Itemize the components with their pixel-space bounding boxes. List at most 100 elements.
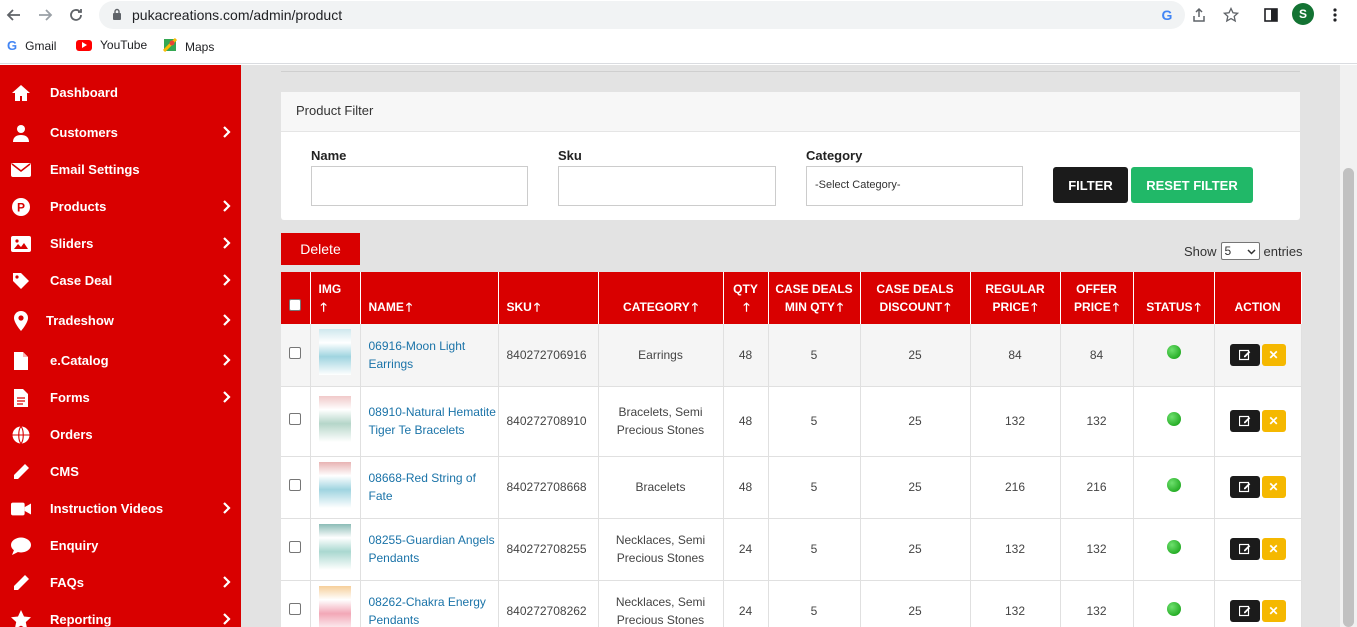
kebab-menu-icon[interactable] (1324, 4, 1346, 26)
sidebar-item-forms[interactable]: Forms (0, 379, 241, 416)
edit-button[interactable] (1229, 600, 1260, 622)
delete-row-button[interactable]: ✕ (1261, 600, 1286, 622)
reset-filter-button[interactable]: RESET FILTER (1131, 167, 1253, 203)
share-icon[interactable] (1188, 4, 1210, 26)
name-cell[interactable]: 08262-Chakra Energy Pendants (360, 580, 499, 627)
status-active-icon[interactable] (1166, 345, 1181, 360)
product-thumbnail[interactable] (319, 395, 351, 442)
bookmark-youtube[interactable]: YouTube (76, 38, 147, 52)
sort-arrow-icon: 🡑 (1031, 300, 1038, 314)
home-icon (11, 83, 31, 103)
discount-cell: 25 (860, 324, 971, 387)
maps-icon (162, 37, 178, 55)
name-input[interactable] (311, 166, 528, 206)
profile-avatar[interactable]: S (1292, 3, 1314, 25)
row-checkbox[interactable] (289, 479, 302, 491)
regular-price-cell: 132 (970, 518, 1061, 581)
table-row[interactable]: 06916-Moon Light Earrings 840272706916 Ear… (281, 324, 1302, 387)
delete-row-button[interactable]: ✕ (1261, 476, 1286, 498)
product-name-link[interactable]: 06916-Moon Light Earrings (369, 339, 466, 371)
status-active-icon[interactable] (1166, 477, 1181, 492)
google-icon[interactable]: G (1156, 4, 1178, 26)
sku-header[interactable]: SKU 🡑 (498, 272, 599, 324)
delete-row-button[interactable]: ✕ (1261, 410, 1286, 432)
sidebar-item-reporting[interactable]: Reporting (0, 601, 241, 627)
forward-arrow-icon[interactable] (34, 4, 56, 26)
product-name-link[interactable]: 08910-Natural Hematite Tiger Te Bracelet… (369, 405, 496, 437)
side-panel-icon[interactable] (1260, 4, 1282, 26)
address-bar[interactable]: pukacreations.com/admin/product (99, 1, 1185, 29)
page-scrollbar[interactable] (1340, 65, 1357, 627)
chevron-right-icon (222, 613, 231, 625)
qty-header[interactable]: QTY 🡑 (723, 272, 769, 324)
sidebar-item-products[interactable]: P Products (0, 188, 241, 225)
sidebar-item-e-catalog[interactable]: e.Catalog (0, 342, 241, 379)
sidebar-item-email-settings[interactable]: Email Settings (0, 151, 241, 188)
filter-button[interactable]: FILTER (1053, 167, 1128, 203)
entries-select[interactable]: 5 (1220, 242, 1260, 260)
name-cell[interactable]: 06916-Moon Light Earrings (360, 324, 499, 387)
img-header[interactable]: IMG 🡑 (310, 272, 361, 324)
sidebar-item-orders[interactable]: Orders (0, 416, 241, 453)
sort-arrow-icon: 🡑 (944, 300, 951, 314)
status-active-icon[interactable] (1166, 601, 1181, 616)
bookmark-maps[interactable]: Maps (162, 37, 214, 55)
product-thumbnail[interactable] (319, 329, 351, 376)
reload-icon[interactable] (65, 4, 87, 26)
status-active-icon[interactable] (1166, 411, 1181, 426)
table-row[interactable]: 08668-Red String of Fate 840272708668 Brac… (281, 456, 1302, 519)
sidebar-item-cms[interactable]: CMS (0, 453, 241, 490)
product-thumbnail[interactable] (319, 461, 351, 508)
name-cell[interactable]: 08910-Natural Hematite Tiger Te Bracelet… (360, 386, 499, 457)
delete-button[interactable]: Delete (281, 233, 360, 265)
bookmark-gmail[interactable]: G Gmail (7, 38, 56, 53)
product-name-link[interactable]: 08668-Red String of Fate (369, 471, 476, 503)
sidebar-item-tradeshow[interactable]: Tradeshow (0, 302, 241, 339)
edit-button[interactable] (1229, 343, 1260, 366)
sidebar-item-customers[interactable]: Customers (0, 114, 241, 151)
edit-button[interactable] (1229, 476, 1260, 498)
qty-cell: 24 (723, 518, 769, 581)
sidebar-item-label: Email Settings (50, 162, 140, 177)
scrollbar-thumb[interactable] (1343, 168, 1354, 627)
status-header[interactable]: STATUS 🡑 (1133, 272, 1215, 324)
offer-price-cell: 84 (1060, 324, 1134, 387)
url-text: pukacreations.com/admin/product (132, 7, 343, 23)
edit-button[interactable] (1229, 538, 1260, 560)
sidebar-item-sliders[interactable]: Sliders (0, 225, 241, 262)
table-row[interactable]: 08262-Chakra Energy Pendants 840272708262… (281, 580, 1302, 627)
name-cell[interactable]: 08668-Red String of Fate (360, 456, 499, 519)
case-min-qty-header[interactable]: CASE DEALS MIN QTY 🡑 (768, 272, 861, 324)
row-checkbox[interactable] (289, 541, 302, 553)
row-checkbox[interactable] (289, 413, 302, 425)
sidebar-item-dashboard[interactable]: Dashboard (0, 74, 241, 111)
row-checkbox[interactable] (289, 603, 302, 615)
delete-row-button[interactable]: ✕ (1261, 343, 1286, 366)
back-arrow-icon[interactable] (3, 4, 25, 26)
product-thumbnail[interactable] (319, 585, 351, 627)
select-all-checkbox[interactable] (289, 299, 302, 311)
product-name-link[interactable]: 08262-Chakra Energy Pendants (369, 595, 486, 627)
regular-price-header[interactable]: REGULAR PRICE 🡑 (970, 272, 1061, 324)
sku-input[interactable] (558, 166, 776, 206)
product-name-link[interactable]: 08255-Guardian Angels Pendants (369, 533, 495, 565)
sidebar-item-enquiry[interactable]: Enquiry (0, 527, 241, 564)
row-checkbox[interactable] (289, 346, 302, 359)
table-row[interactable]: 08910-Natural Hematite Tiger Te Bracelet… (281, 386, 1302, 457)
product-thumbnail[interactable] (319, 523, 351, 570)
name-cell[interactable]: 08255-Guardian Angels Pendants (360, 518, 499, 581)
status-active-icon[interactable] (1166, 539, 1181, 554)
category-select[interactable]: -Select Category- (806, 166, 1023, 206)
category-cell: Bracelets (598, 456, 724, 519)
sidebar-item-faqs[interactable]: FAQs (0, 564, 241, 601)
case-discount-header[interactable]: CASE DEALS DISCOUNT 🡑 (860, 272, 971, 324)
delete-row-button[interactable]: ✕ (1261, 538, 1286, 560)
sidebar-item-instruction-videos[interactable]: Instruction Videos (0, 490, 241, 527)
sidebar-item-case-deal[interactable]: Case Deal (0, 262, 241, 299)
category-header[interactable]: CATEGORY 🡑 (598, 272, 724, 324)
offer-price-header[interactable]: OFFER PRICE 🡑 (1060, 272, 1134, 324)
table-row[interactable]: 08255-Guardian Angels Pendants 8402727082… (281, 518, 1302, 581)
edit-button[interactable] (1229, 410, 1260, 432)
star-bookmark-icon[interactable] (1220, 4, 1242, 26)
name-header[interactable]: NAME 🡑 (360, 272, 499, 324)
